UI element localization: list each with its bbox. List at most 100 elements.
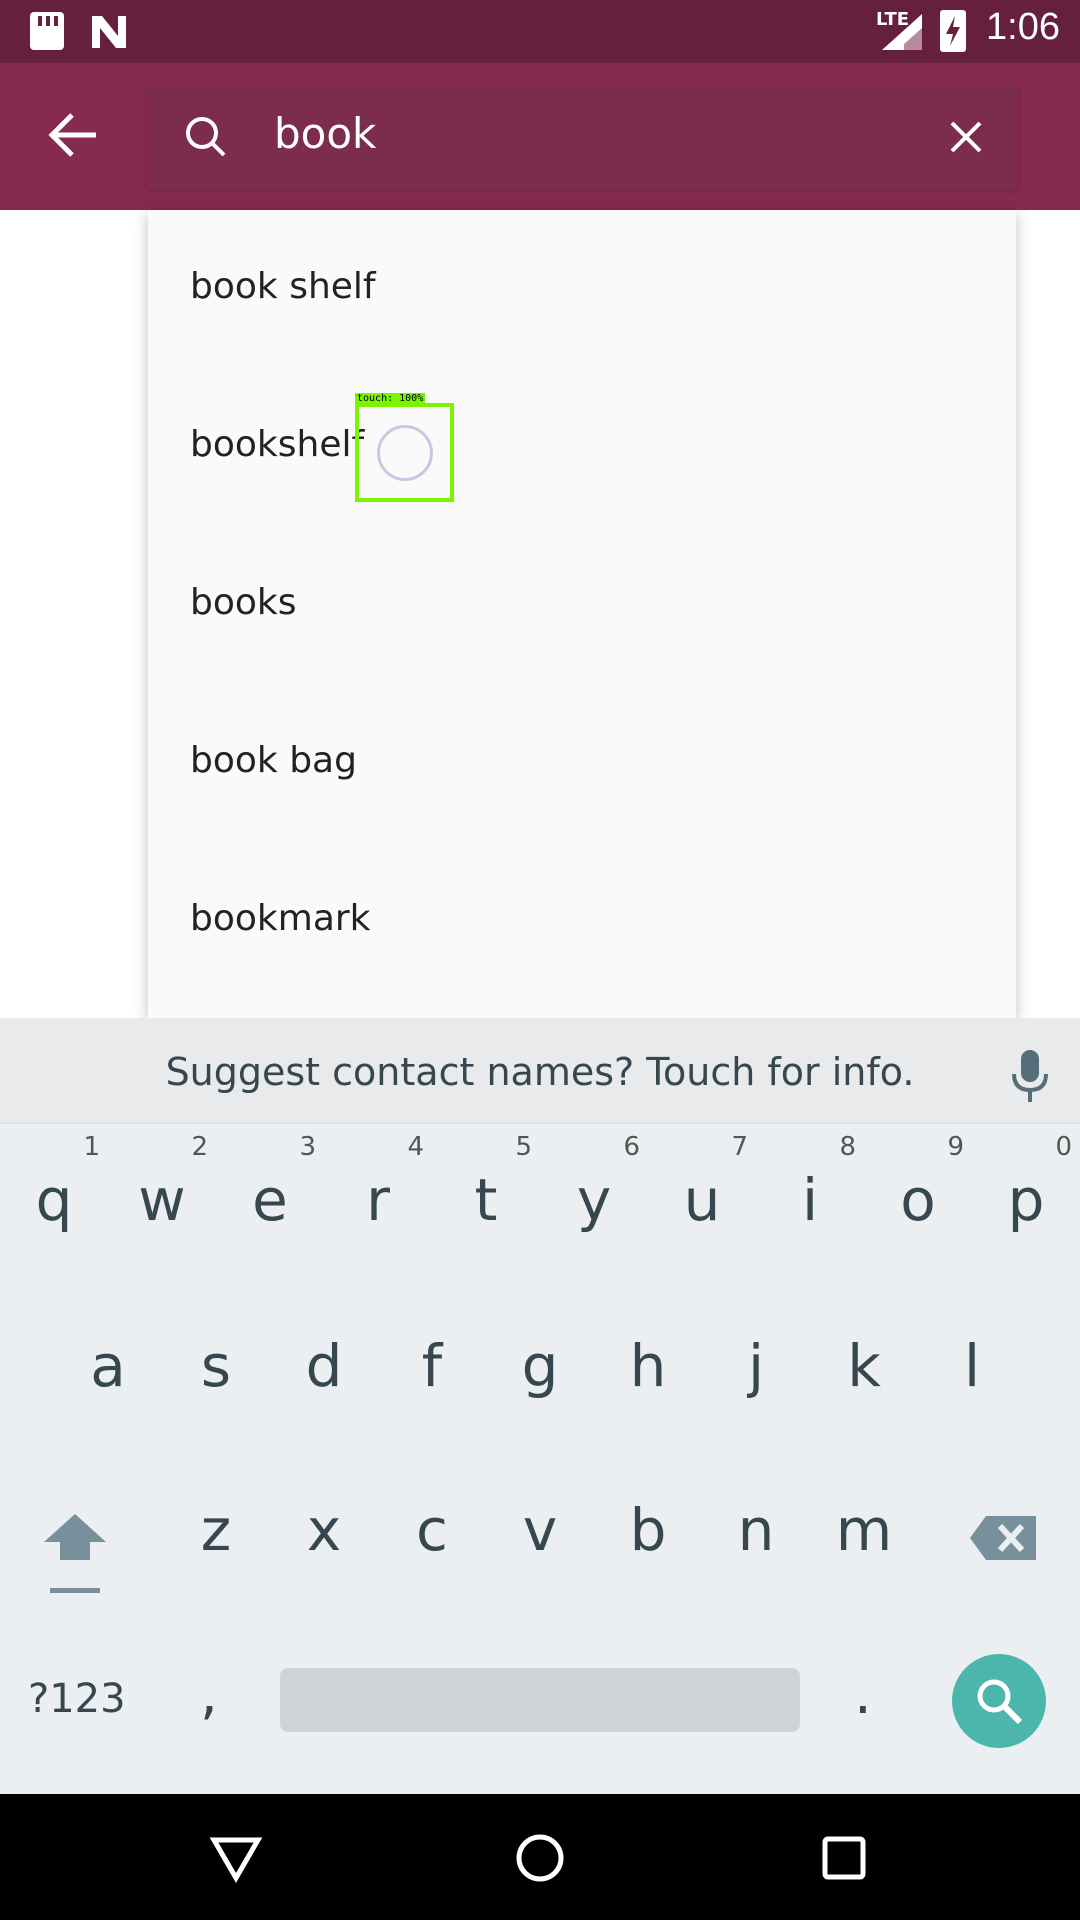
key-w[interactable]: 2w xyxy=(108,1132,216,1272)
key-label: j xyxy=(747,1332,765,1400)
status-bar: LTE 1:06 xyxy=(0,0,1080,63)
suggestion-label: bookshelf xyxy=(190,424,365,465)
home-nav-icon[interactable] xyxy=(512,1830,568,1886)
key-c[interactable]: c xyxy=(378,1462,486,1602)
key-v[interactable]: v xyxy=(486,1462,594,1602)
key-q[interactable]: 1q xyxy=(0,1132,108,1272)
suggestion-label: book bag xyxy=(190,740,357,781)
key-label: g xyxy=(521,1332,559,1400)
key-label: f xyxy=(421,1332,443,1400)
suggestion-item[interactable]: books xyxy=(148,526,1016,684)
search-key[interactable] xyxy=(952,1654,1046,1748)
key-u[interactable]: 7u xyxy=(648,1132,756,1272)
touch-label: touch: 100% xyxy=(355,393,426,405)
key-label: r xyxy=(366,1166,390,1234)
period-key[interactable]: . xyxy=(854,1662,872,1727)
key-d[interactable]: d xyxy=(270,1298,378,1438)
key-label: i xyxy=(801,1166,819,1234)
key-hint: 9 xyxy=(947,1132,964,1162)
key-label: q xyxy=(35,1166,73,1234)
key-label: k xyxy=(847,1332,881,1400)
n-logo-icon xyxy=(92,16,126,48)
contact-suggestion-prompt[interactable]: Suggest contact names? Touch for info. xyxy=(0,1050,1080,1094)
suggestion-item[interactable]: bookmark xyxy=(148,842,1016,1000)
key-hint: 6 xyxy=(623,1132,640,1162)
keyboard: Suggest contact names? Touch for info. 1… xyxy=(0,1018,1080,1794)
key-n[interactable]: n xyxy=(702,1462,810,1602)
key-b[interactable]: b xyxy=(594,1462,702,1602)
key-g[interactable]: g xyxy=(486,1298,594,1438)
key-label: a xyxy=(90,1332,126,1400)
key-o[interactable]: 9o xyxy=(864,1132,972,1272)
key-label: t xyxy=(474,1166,498,1234)
key-r[interactable]: 4r xyxy=(324,1132,432,1272)
key-hint: 8 xyxy=(839,1132,856,1162)
key-label: n xyxy=(737,1496,775,1564)
back-nav-icon[interactable] xyxy=(208,1830,264,1886)
suggestion-item[interactable]: bookshelf xyxy=(148,368,1016,526)
key-label: h xyxy=(629,1332,667,1400)
key-hint: 4 xyxy=(407,1132,424,1162)
touch-indicator: touch: 100% xyxy=(355,393,454,502)
keyboard-suggestion-strip[interactable]: Suggest contact names? Touch for info. xyxy=(0,1018,1080,1124)
shift-icon[interactable] xyxy=(40,1508,110,1598)
close-icon[interactable] xyxy=(944,115,988,159)
suggestion-label: bookmark xyxy=(190,898,371,939)
signal-icon xyxy=(882,14,922,50)
recents-nav-icon[interactable] xyxy=(816,1830,872,1886)
key-label: x xyxy=(306,1496,342,1564)
symbols-key[interactable]: ?123 xyxy=(28,1676,126,1722)
search-input[interactable]: book xyxy=(274,109,376,158)
clock: 1:06 xyxy=(986,6,1060,48)
key-label: d xyxy=(305,1332,343,1400)
key-label: u xyxy=(683,1166,721,1234)
key-label: l xyxy=(963,1332,981,1400)
key-hint: 2 xyxy=(191,1132,208,1162)
key-label: e xyxy=(252,1166,288,1234)
microphone-icon[interactable] xyxy=(1008,1048,1052,1104)
key-s[interactable]: s xyxy=(162,1298,270,1438)
key-z[interactable]: z xyxy=(162,1462,270,1602)
key-l[interactable]: l xyxy=(918,1298,1026,1438)
suggestion-label: book shelf xyxy=(190,266,376,307)
key-k[interactable]: k xyxy=(810,1298,918,1438)
key-p[interactable]: 0p xyxy=(972,1132,1080,1272)
key-label: w xyxy=(138,1166,186,1234)
key-i[interactable]: 8i xyxy=(756,1132,864,1272)
key-label: c xyxy=(416,1496,448,1564)
comma-key[interactable]: , xyxy=(200,1662,218,1727)
key-x[interactable]: x xyxy=(270,1462,378,1602)
key-m[interactable]: m xyxy=(810,1462,918,1602)
key-hint: 3 xyxy=(299,1132,316,1162)
key-hint: 0 xyxy=(1055,1132,1072,1162)
backspace-icon[interactable] xyxy=(968,1508,1040,1568)
search-icon xyxy=(186,117,226,157)
suggestion-list: book shelf bookshelf books book bag book… xyxy=(148,210,1016,1018)
navigation-bar xyxy=(0,1794,1080,1920)
key-label: o xyxy=(900,1166,936,1234)
suggestion-label: books xyxy=(190,582,297,623)
suggestion-item[interactable]: book shelf xyxy=(148,210,1016,368)
battery-icon xyxy=(940,10,966,52)
key-hint: 7 xyxy=(731,1132,748,1162)
app-bar: book xyxy=(0,63,1080,210)
key-label: z xyxy=(200,1496,232,1564)
key-t[interactable]: 5t xyxy=(432,1132,540,1272)
back-arrow-icon[interactable] xyxy=(38,99,110,171)
key-label: p xyxy=(1007,1166,1045,1234)
key-f[interactable]: f xyxy=(378,1298,486,1438)
search-box[interactable]: book xyxy=(148,85,1018,189)
key-h[interactable]: h xyxy=(594,1298,702,1438)
key-e[interactable]: 3e xyxy=(216,1132,324,1272)
touch-circle xyxy=(377,425,433,481)
search-icon xyxy=(977,1679,1023,1725)
key-hint: 1 xyxy=(83,1132,100,1162)
key-label: y xyxy=(576,1166,612,1234)
key-a[interactable]: a xyxy=(54,1298,162,1438)
key-label: v xyxy=(522,1496,558,1564)
sd-card-icon xyxy=(30,12,64,50)
key-y[interactable]: 6y xyxy=(540,1132,648,1272)
key-j[interactable]: j xyxy=(702,1298,810,1438)
space-bar[interactable] xyxy=(280,1668,800,1732)
suggestion-item[interactable]: book bag xyxy=(148,684,1016,842)
